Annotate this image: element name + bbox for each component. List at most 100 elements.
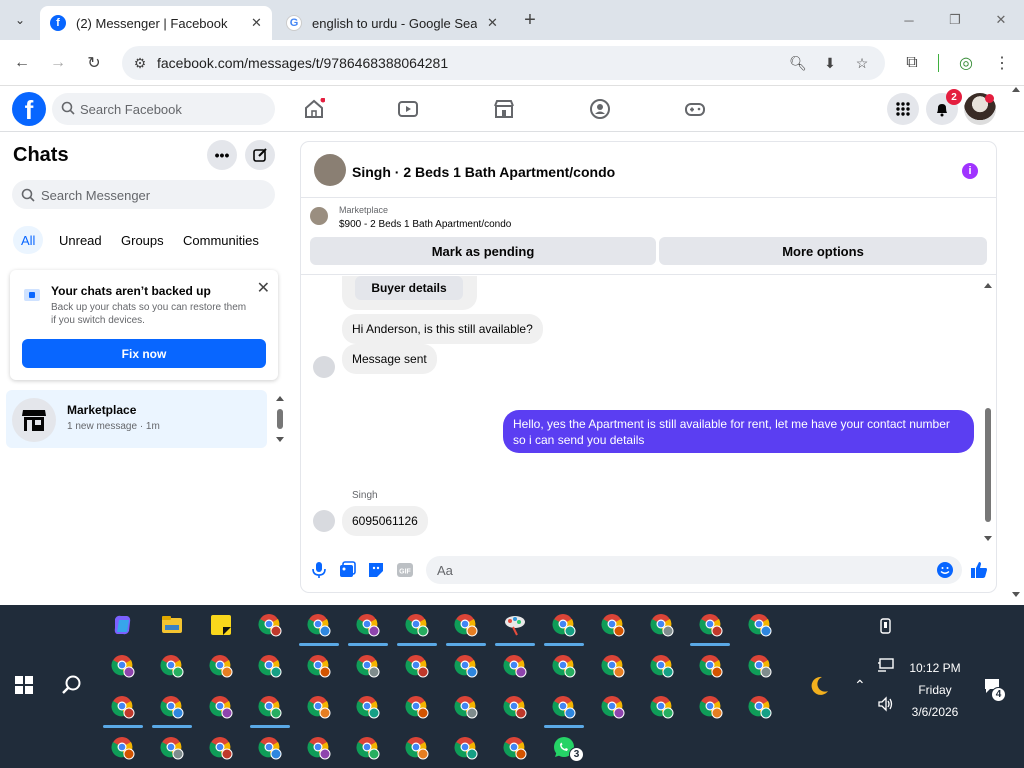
new-tab-button[interactable]: + [518, 8, 542, 32]
gaming-icon[interactable] [684, 98, 706, 120]
sidebar-scrollbar[interactable] [274, 394, 286, 444]
paint-icon[interactable] [503, 613, 527, 637]
restore-button[interactable]: ❐ [940, 8, 970, 32]
sticky-notes-icon[interactable] [209, 613, 233, 637]
address-bar[interactable]: ⚙ facebook.com/messages/t/97864683880642… [122, 46, 885, 80]
chrome-profile-icon[interactable] [356, 654, 380, 678]
new-message-button[interactable] [245, 140, 275, 170]
filter-all[interactable]: All [13, 226, 44, 254]
marketplace-icon[interactable] [493, 98, 515, 120]
chrome-profile-icon[interactable] [503, 695, 527, 719]
chrome-profile-icon[interactable] [307, 613, 331, 637]
chrome-profile-icon[interactable] [503, 654, 527, 678]
conversation-title[interactable]: Singh · 2 Beds 1 Bath Apartment/condo [352, 164, 615, 180]
emoji-icon[interactable] [936, 561, 954, 579]
fix-now-button[interactable]: Fix now [22, 339, 266, 368]
browser-menu-icon[interactable]: ⋮ [990, 51, 1014, 75]
system-clock[interactable]: 10:12 PM Friday 3/6/2026 [896, 657, 974, 723]
chrome-profile-icon[interactable] [748, 695, 772, 719]
tab-search-dropdown[interactable]: ⌄ [8, 9, 32, 31]
chrome-profile-icon[interactable] [601, 613, 625, 637]
chrome-profile-icon[interactable] [699, 613, 723, 637]
forward-button[interactable]: → [46, 51, 70, 75]
chrome-profile-icon[interactable] [258, 654, 282, 678]
chrome-profile-icon[interactable] [258, 736, 282, 760]
minimize-button[interactable]: ─ [894, 8, 924, 32]
messenger-search-input[interactable]: Search Messenger [12, 180, 275, 209]
chrome-profile-icon[interactable] [356, 613, 380, 637]
tab-messenger[interactable]: f (2) Messenger | Facebook ✕ [40, 6, 272, 40]
phone-link-icon[interactable] [878, 617, 894, 635]
facebook-logo-icon[interactable]: f [12, 92, 46, 126]
page-scroll-up-icon[interactable] [1010, 84, 1022, 96]
photo-icon[interactable] [337, 560, 357, 580]
chrome-profile-icon[interactable] [454, 613, 478, 637]
back-button[interactable]: ← [10, 51, 34, 75]
thumbs-up-icon[interactable] [969, 560, 989, 580]
copilot-icon[interactable] [111, 613, 135, 637]
chrome-profile-icon[interactable] [601, 654, 625, 678]
file-explorer-icon[interactable] [160, 613, 184, 637]
filter-unread[interactable]: Unread [51, 226, 110, 254]
chrome-profile-icon[interactable] [699, 695, 723, 719]
chrome-profile-icon[interactable] [209, 654, 233, 678]
site-info-icon[interactable]: ⚙ [130, 53, 150, 73]
chrome-profile-icon[interactable] [552, 695, 576, 719]
chrome-profile-icon[interactable] [307, 654, 331, 678]
facebook-search-input[interactable]: Search Facebook [52, 93, 275, 125]
microphone-icon[interactable] [309, 560, 329, 580]
chrome-profile-icon[interactable] [601, 695, 625, 719]
extensions-icon[interactable]: ⧉ [900, 51, 924, 75]
message-scrollbar[interactable] [982, 282, 994, 544]
profile-icon[interactable]: ◎ [954, 51, 978, 75]
chrome-profile-icon[interactable] [552, 654, 576, 678]
tab-google[interactable]: G english to urdu - Google Search ✕ [276, 6, 512, 40]
chrome-profile-icon[interactable] [650, 613, 674, 637]
chrome-profile-icon[interactable] [454, 736, 478, 760]
message-input[interactable]: Aa [426, 556, 962, 584]
conversation-avatar[interactable] [314, 154, 346, 186]
close-tab-icon[interactable]: ✕ [487, 15, 498, 31]
info-icon[interactable]: i [962, 163, 978, 179]
gif-icon[interactable]: GIF [395, 560, 415, 580]
more-options-button[interactable]: ••• [207, 140, 237, 170]
search-icon[interactable] [61, 674, 83, 696]
start-windows-icon[interactable] [15, 676, 33, 694]
zoom-icon[interactable]: 🔍︎ [788, 53, 808, 73]
chrome-profile-icon[interactable] [405, 736, 429, 760]
chrome-profile-icon[interactable] [258, 613, 282, 637]
chrome-profile-icon[interactable] [160, 654, 184, 678]
weather-moon-icon[interactable] [808, 675, 830, 697]
groups-icon[interactable] [589, 98, 611, 120]
close-window-button[interactable]: ✕ [986, 8, 1016, 32]
chrome-profile-icon[interactable] [454, 695, 478, 719]
chrome-profile-icon[interactable] [405, 654, 429, 678]
chrome-profile-icon[interactable] [307, 736, 331, 760]
bookmark-star-icon[interactable]: ☆ [852, 53, 872, 73]
close-icon[interactable]: ✕ [257, 278, 270, 298]
volume-icon[interactable] [877, 696, 895, 712]
chrome-profile-icon[interactable] [160, 695, 184, 719]
chrome-profile-icon[interactable] [111, 654, 135, 678]
chrome-profile-icon[interactable] [552, 613, 576, 637]
chrome-profile-icon[interactable] [405, 695, 429, 719]
chrome-profile-icon[interactable] [748, 654, 772, 678]
sticker-icon[interactable] [366, 560, 386, 580]
chrome-profile-icon[interactable] [111, 695, 135, 719]
chrome-profile-icon[interactable] [111, 736, 135, 760]
install-app-icon[interactable]: ⬇ [820, 53, 840, 73]
mark-as-pending-button[interactable]: Mark as pending [310, 237, 656, 265]
menu-grid-button[interactable] [887, 93, 919, 125]
chrome-profile-icon[interactable] [356, 736, 380, 760]
more-options-button[interactable]: More options [659, 237, 987, 265]
chrome-profile-icon[interactable] [748, 613, 772, 637]
chrome-profile-icon[interactable] [405, 613, 429, 637]
buyer-details-button[interactable]: Buyer details [355, 276, 463, 300]
chrome-profile-icon[interactable] [699, 654, 723, 678]
chrome-profile-icon[interactable] [650, 654, 674, 678]
network-icon[interactable] [877, 657, 895, 673]
video-icon[interactable] [397, 98, 419, 120]
chrome-profile-icon[interactable] [258, 695, 282, 719]
filter-groups[interactable]: Groups [113, 226, 172, 254]
chrome-profile-icon[interactable] [454, 654, 478, 678]
